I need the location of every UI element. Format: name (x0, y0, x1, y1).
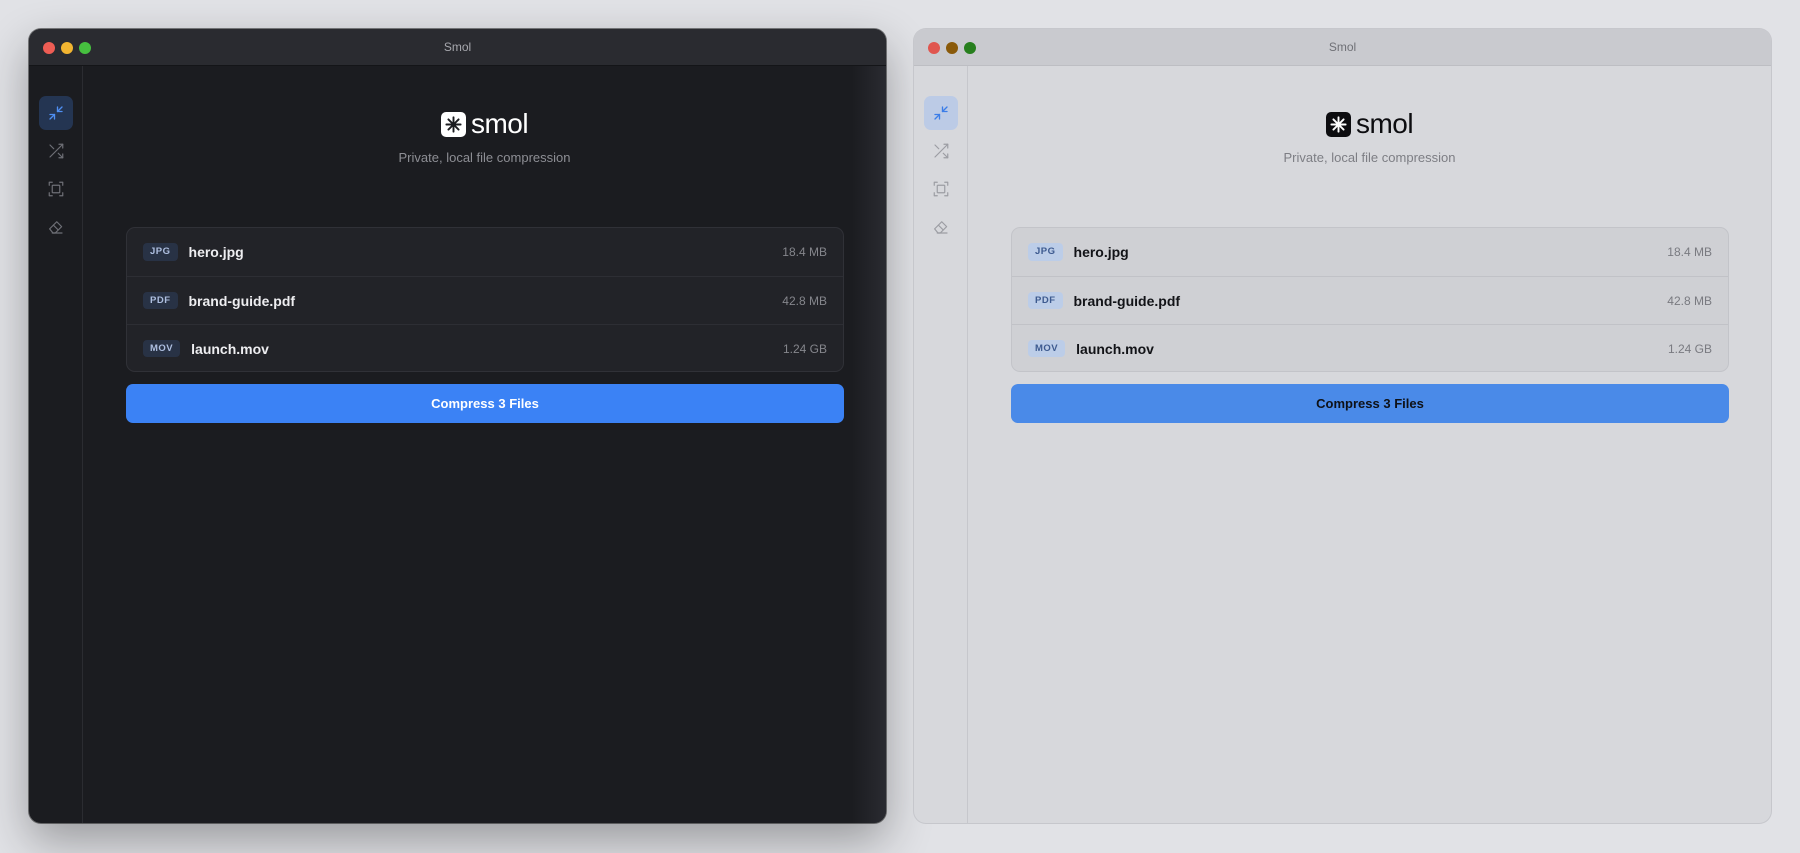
app-window-dark: Smol smol Private, local file compressio… (29, 29, 886, 823)
tagline: Private, local file compression (398, 150, 571, 165)
sidebar-item-crop[interactable] (39, 172, 73, 206)
window-controls (43, 42, 91, 54)
app-name: smol (1355, 108, 1414, 139)
crop-frame-icon (48, 181, 63, 197)
compress-icon (48, 106, 63, 120)
tagline: Private, local file compression (1283, 150, 1456, 165)
file-name: hero.jpg (188, 244, 244, 260)
file-size: 1.24 GB (1667, 341, 1712, 356)
close-window-button[interactable] (43, 42, 55, 54)
compress-files-button[interactable]: Compress 3 Files (1011, 384, 1729, 423)
shuffle-icon (933, 143, 948, 159)
file-name: brand-guide.pdf (1073, 292, 1181, 309)
file-size: 42.8 MB (1667, 293, 1712, 308)
logo-mark-icon (1325, 111, 1351, 137)
file-row[interactable]: MOV launch.mov 1.24 GB (127, 324, 843, 371)
compress-icon (933, 106, 948, 120)
file-type-badge: MOV (1028, 339, 1066, 358)
zoom-window-button[interactable] (79, 42, 91, 54)
file-name: brand-guide.pdf (188, 292, 296, 309)
minimize-window-button[interactable] (946, 42, 958, 54)
file-type-badge: PDF (143, 291, 178, 310)
file-type-badge: MOV (143, 339, 181, 358)
shuffle-icon (48, 143, 63, 159)
window-title: Smol (1328, 40, 1357, 54)
sidebar-item-eraser[interactable] (924, 210, 958, 244)
app-logo: smol (968, 110, 1771, 138)
main-content: smol Private, local file compression JPG… (83, 66, 886, 823)
sidebar-item-eraser[interactable] (39, 210, 73, 244)
file-row[interactable]: JPG hero.jpg 18.4 MB (127, 228, 843, 276)
title-bar[interactable]: Smol (29, 29, 886, 66)
file-type-badge: JPG (143, 243, 178, 261)
sidebar-item-crop[interactable] (924, 172, 958, 206)
eraser-icon (933, 221, 948, 234)
file-row[interactable]: PDF brand-guide.pdf 42.8 MB (127, 276, 843, 324)
file-size: 18.4 MB (1667, 245, 1712, 259)
zoom-window-button[interactable] (964, 42, 976, 54)
sidebar-item-compress[interactable] (38, 96, 73, 130)
file-row[interactable]: PDF brand-guide.pdf 42.8 MB (1012, 276, 1728, 324)
file-size: 42.8 MB (782, 293, 827, 308)
file-name: launch.mov (1076, 340, 1154, 357)
crop-frame-icon (933, 181, 948, 197)
logo-mark-icon (440, 111, 466, 137)
file-name: hero.jpg (1073, 244, 1129, 260)
close-window-button[interactable] (928, 42, 940, 54)
eraser-icon (48, 221, 63, 234)
app-window-light: Smol smol Private, local file compressio… (914, 29, 1771, 823)
file-name: launch.mov (191, 340, 269, 357)
file-row[interactable]: MOV launch.mov 1.24 GB (1012, 324, 1728, 371)
file-row[interactable]: JPG hero.jpg 18.4 MB (1012, 228, 1728, 276)
main-content: smol Private, local file compression JPG… (968, 66, 1771, 823)
sidebar-item-shuffle[interactable] (924, 134, 958, 168)
file-type-badge: JPG (1028, 243, 1063, 261)
sidebar-item-compress[interactable] (923, 96, 958, 130)
title-bar[interactable]: Smol (914, 29, 1771, 66)
file-type-badge: PDF (1028, 291, 1063, 310)
sidebar (914, 66, 968, 823)
app-name: smol (470, 108, 529, 139)
app-logo: smol (83, 110, 886, 138)
file-size: 1.24 GB (782, 341, 827, 356)
sidebar-item-shuffle[interactable] (39, 134, 73, 168)
file-list: JPG hero.jpg 18.4 MB PDF brand-guide.pdf… (1011, 227, 1729, 372)
window-controls (928, 42, 976, 54)
sidebar (29, 66, 83, 823)
minimize-window-button[interactable] (61, 42, 73, 54)
compress-files-button[interactable]: Compress 3 Files (126, 384, 844, 423)
file-list: JPG hero.jpg 18.4 MB PDF brand-guide.pdf… (126, 227, 844, 372)
file-size: 18.4 MB (782, 245, 827, 259)
window-title: Smol (443, 40, 472, 54)
